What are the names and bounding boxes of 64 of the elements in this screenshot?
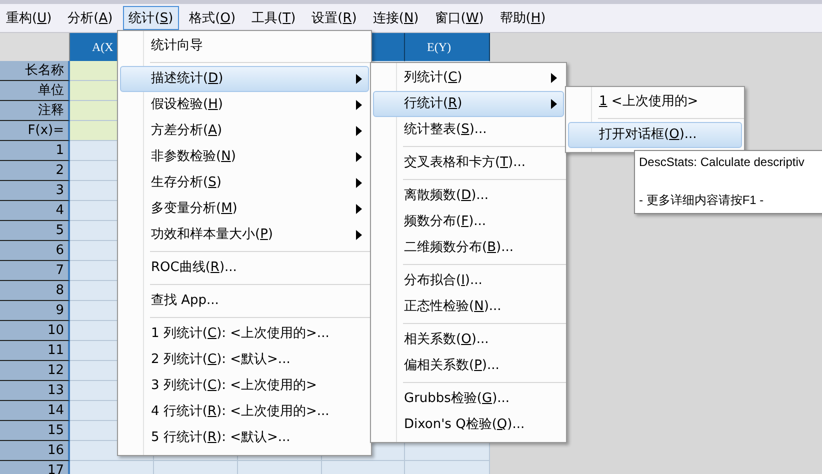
grid-cell[interactable] xyxy=(405,441,490,461)
row-header[interactable]: 3 xyxy=(0,181,70,201)
row-header[interactable]: 长名称 xyxy=(0,61,70,81)
row-header[interactable]: 9 xyxy=(0,301,70,321)
menu-item[interactable]: ROC曲线(R)... xyxy=(120,255,369,281)
menu-item[interactable]: 1 <上次使用的> xyxy=(568,89,742,115)
row-header[interactable]: 2 xyxy=(0,161,70,181)
row-header[interactable]: 1 xyxy=(0,141,70,161)
row-header[interactable]: 6 xyxy=(0,241,70,261)
row-header[interactable]: 注释 xyxy=(0,101,70,121)
menu-item[interactable]: 1 列统计(C): <上次使用的>... xyxy=(120,321,369,347)
row-header[interactable]: 8 xyxy=(0,281,70,301)
tooltip-text: DescStats: Calculate descriptiv xyxy=(639,155,806,169)
menu-item[interactable]: 离散频数(D)... xyxy=(373,183,564,209)
menu-item[interactable]: 描述统计(D) xyxy=(120,66,369,92)
menu-item[interactable]: 4 行统计(R): <上次使用的>... xyxy=(120,399,369,425)
row-header[interactable]: F(x)= xyxy=(0,121,70,141)
menu-item[interactable]: 功效和样本量大小(P) xyxy=(120,222,369,248)
menu-item[interactable]: 统计整表(S)... xyxy=(373,117,564,143)
menu-bar-item[interactable]: 连接(N) xyxy=(366,6,425,30)
menu-bar-item[interactable]: 统计(S) xyxy=(122,6,180,30)
menu-item[interactable]: 二维频数分布(B)... xyxy=(373,235,564,261)
row-header[interactable]: 5 xyxy=(0,221,70,241)
row-header[interactable]: 17 xyxy=(0,461,70,474)
column-header[interactable]: E(Y) xyxy=(405,33,490,61)
menu-bar-item[interactable]: 重构(U) xyxy=(0,6,58,30)
menu-item[interactable]: 频数分布(F)... xyxy=(373,209,564,235)
menu-bar-item[interactable]: 设置(R) xyxy=(306,6,363,30)
row-header[interactable]: 7 xyxy=(0,261,70,281)
menu-bar-item[interactable]: 工具(T) xyxy=(246,6,302,30)
menu-item[interactable]: 非参数检验(N) xyxy=(120,144,369,170)
menu-bar-item[interactable]: 帮助(H) xyxy=(494,6,552,30)
tooltip-text: - 更多详细内容请按F1 - xyxy=(639,192,765,209)
row-header[interactable]: 4 xyxy=(0,201,70,221)
row-header[interactable]: 13 xyxy=(0,381,70,401)
menu-bar-item[interactable]: 格式(O) xyxy=(183,6,242,30)
row-header[interactable]: 10 xyxy=(0,321,70,341)
row-header[interactable]: 单位 xyxy=(0,81,70,101)
menu-item[interactable]: 查找 App... xyxy=(120,288,369,314)
menu-item[interactable]: Grubbs检验(G)... xyxy=(373,386,564,412)
menu-item[interactable]: 假设检验(H) xyxy=(120,92,369,118)
row-header[interactable]: 11 xyxy=(0,341,70,361)
row-header[interactable]: 16 xyxy=(0,441,70,461)
menu-item[interactable]: 打开对话框(O)... xyxy=(568,122,742,148)
row-header[interactable]: 12 xyxy=(0,361,70,381)
menu-item[interactable]: 生存分析(S) xyxy=(120,170,369,196)
menu-item[interactable]: 5 行统计(R): <默认>... xyxy=(120,425,369,451)
menu-bar-item[interactable]: 窗口(W) xyxy=(428,6,490,30)
row-header[interactable]: 15 xyxy=(0,421,70,441)
menu-item[interactable]: 列统计(C) xyxy=(373,65,564,91)
menu-item[interactable]: 3 列统计(C): <上次使用的> xyxy=(120,373,369,399)
menu-item[interactable]: Dixon's Q检验(Q)... xyxy=(373,412,564,438)
menu-item[interactable]: 正态性检验(N)... xyxy=(373,294,564,320)
menu-item[interactable]: 方差分析(A) xyxy=(120,118,369,144)
menu-item[interactable]: 分布拟合(I)... xyxy=(373,268,564,294)
row-header[interactable]: 14 xyxy=(0,401,70,421)
corner-cell xyxy=(0,33,70,61)
menu-item[interactable]: 相关系数(O)... xyxy=(373,327,564,353)
menu-item[interactable]: 多变量分析(M) xyxy=(120,196,369,222)
menu-item[interactable]: 偏相关系数(P)... xyxy=(373,353,564,379)
menu-item[interactable]: 2 列统计(C): <默认>... xyxy=(120,347,369,373)
menu-item[interactable]: 行统计(R) xyxy=(373,91,564,117)
menu-bar-item[interactable]: 分析(A) xyxy=(62,6,119,30)
menu-item[interactable]: 交叉表格和卡方(T)... xyxy=(373,150,564,176)
